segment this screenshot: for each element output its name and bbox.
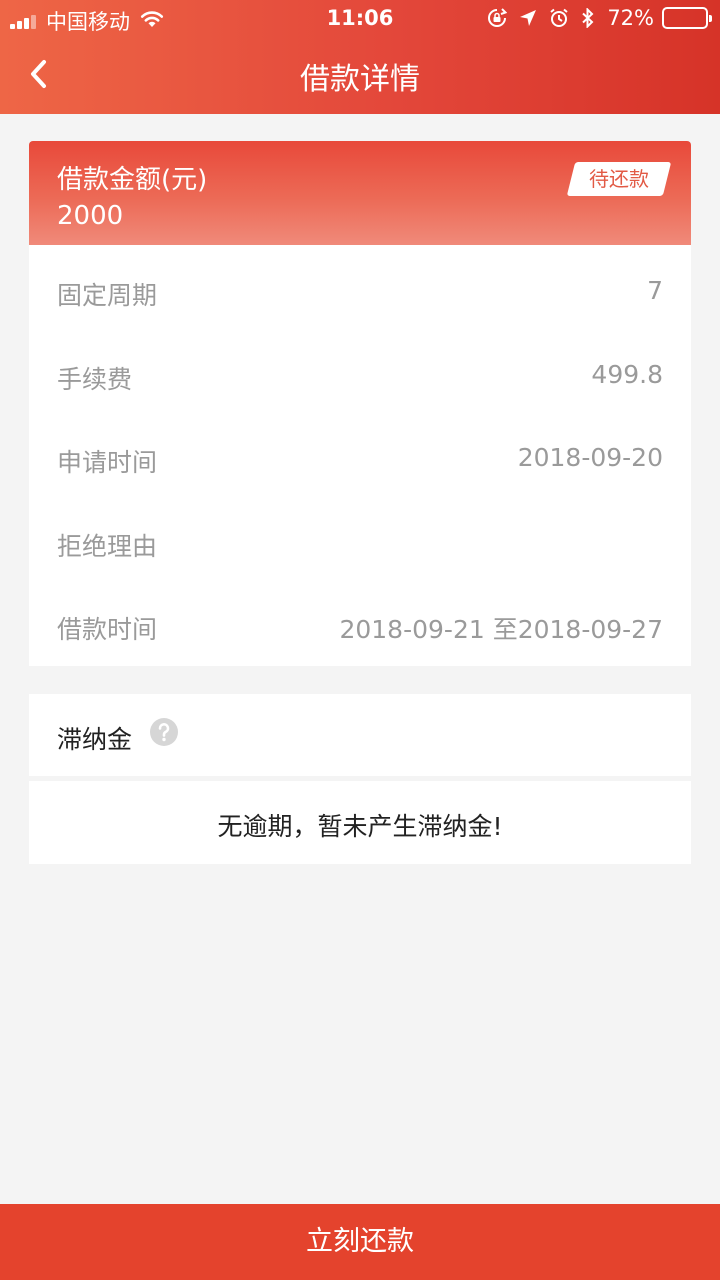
rotation-lock-icon bbox=[487, 8, 508, 28]
location-icon bbox=[519, 9, 537, 27]
detail-label: 手续费 bbox=[57, 364, 133, 394]
detail-label: 固定周期 bbox=[57, 281, 158, 310]
loan-detail-list: 固定周期 7 手续费 499.8 申请时间 2018-09-20 拒绝理由 借款… bbox=[29, 245, 691, 666]
detail-label: 申请时间 bbox=[57, 448, 158, 478]
detail-value: 7 bbox=[647, 276, 663, 305]
page-title: 借款详情 bbox=[300, 62, 420, 97]
app-header: 中国移动 11:06 72% 借款详情 bbox=[0, 0, 720, 114]
detail-value: 2018-09-20 bbox=[517, 443, 663, 473]
late-fee-message: 无逾期，暂未产生滞纳金! bbox=[217, 812, 503, 841]
loan-summary-card: 借款金额(元) 2000 待还款 bbox=[29, 141, 691, 245]
alarm-icon bbox=[549, 8, 569, 28]
detail-label: 借款时间 bbox=[57, 615, 158, 645]
late-fee-title: 滞纳金 bbox=[57, 725, 133, 754]
repay-now-button[interactable]: 立刻还款 bbox=[0, 1204, 720, 1280]
loan-amount-label: 借款金额(元) bbox=[57, 165, 208, 195]
status-bar: 中国移动 11:06 72% bbox=[0, 0, 720, 36]
detail-row-loan-period: 借款时间 2018-09-21 至2018-09-27 bbox=[29, 582, 691, 666]
detail-row-reject-reason: 拒绝理由 bbox=[29, 499, 691, 583]
status-right: 72% bbox=[475, 6, 712, 30]
detail-row-period: 固定周期 7 bbox=[29, 248, 691, 332]
detail-value: 499.8 bbox=[591, 359, 663, 389]
detail-value: 2018-09-21 至2018-09-27 bbox=[339, 615, 663, 645]
detail-row-apply-time: 申请时间 2018-09-20 bbox=[29, 415, 691, 499]
battery-icon bbox=[662, 7, 712, 29]
battery-percentage: 72% bbox=[607, 6, 654, 30]
detail-label: 拒绝理由 bbox=[57, 531, 158, 561]
bluetooth-icon bbox=[581, 8, 595, 28]
loan-amount-value: 2000 bbox=[57, 201, 124, 231]
navigation-bar: 借款详情 bbox=[0, 36, 720, 114]
late-fee-header: 滞纳金 bbox=[29, 694, 691, 776]
late-fee-content: 无逾期，暂未产生滞纳金! bbox=[29, 781, 691, 864]
status-badge-label: 待还款 bbox=[589, 167, 649, 191]
help-icon[interactable] bbox=[150, 718, 178, 746]
detail-row-fee: 手续费 499.8 bbox=[29, 332, 691, 416]
status-badge: 待还款 bbox=[566, 162, 672, 196]
